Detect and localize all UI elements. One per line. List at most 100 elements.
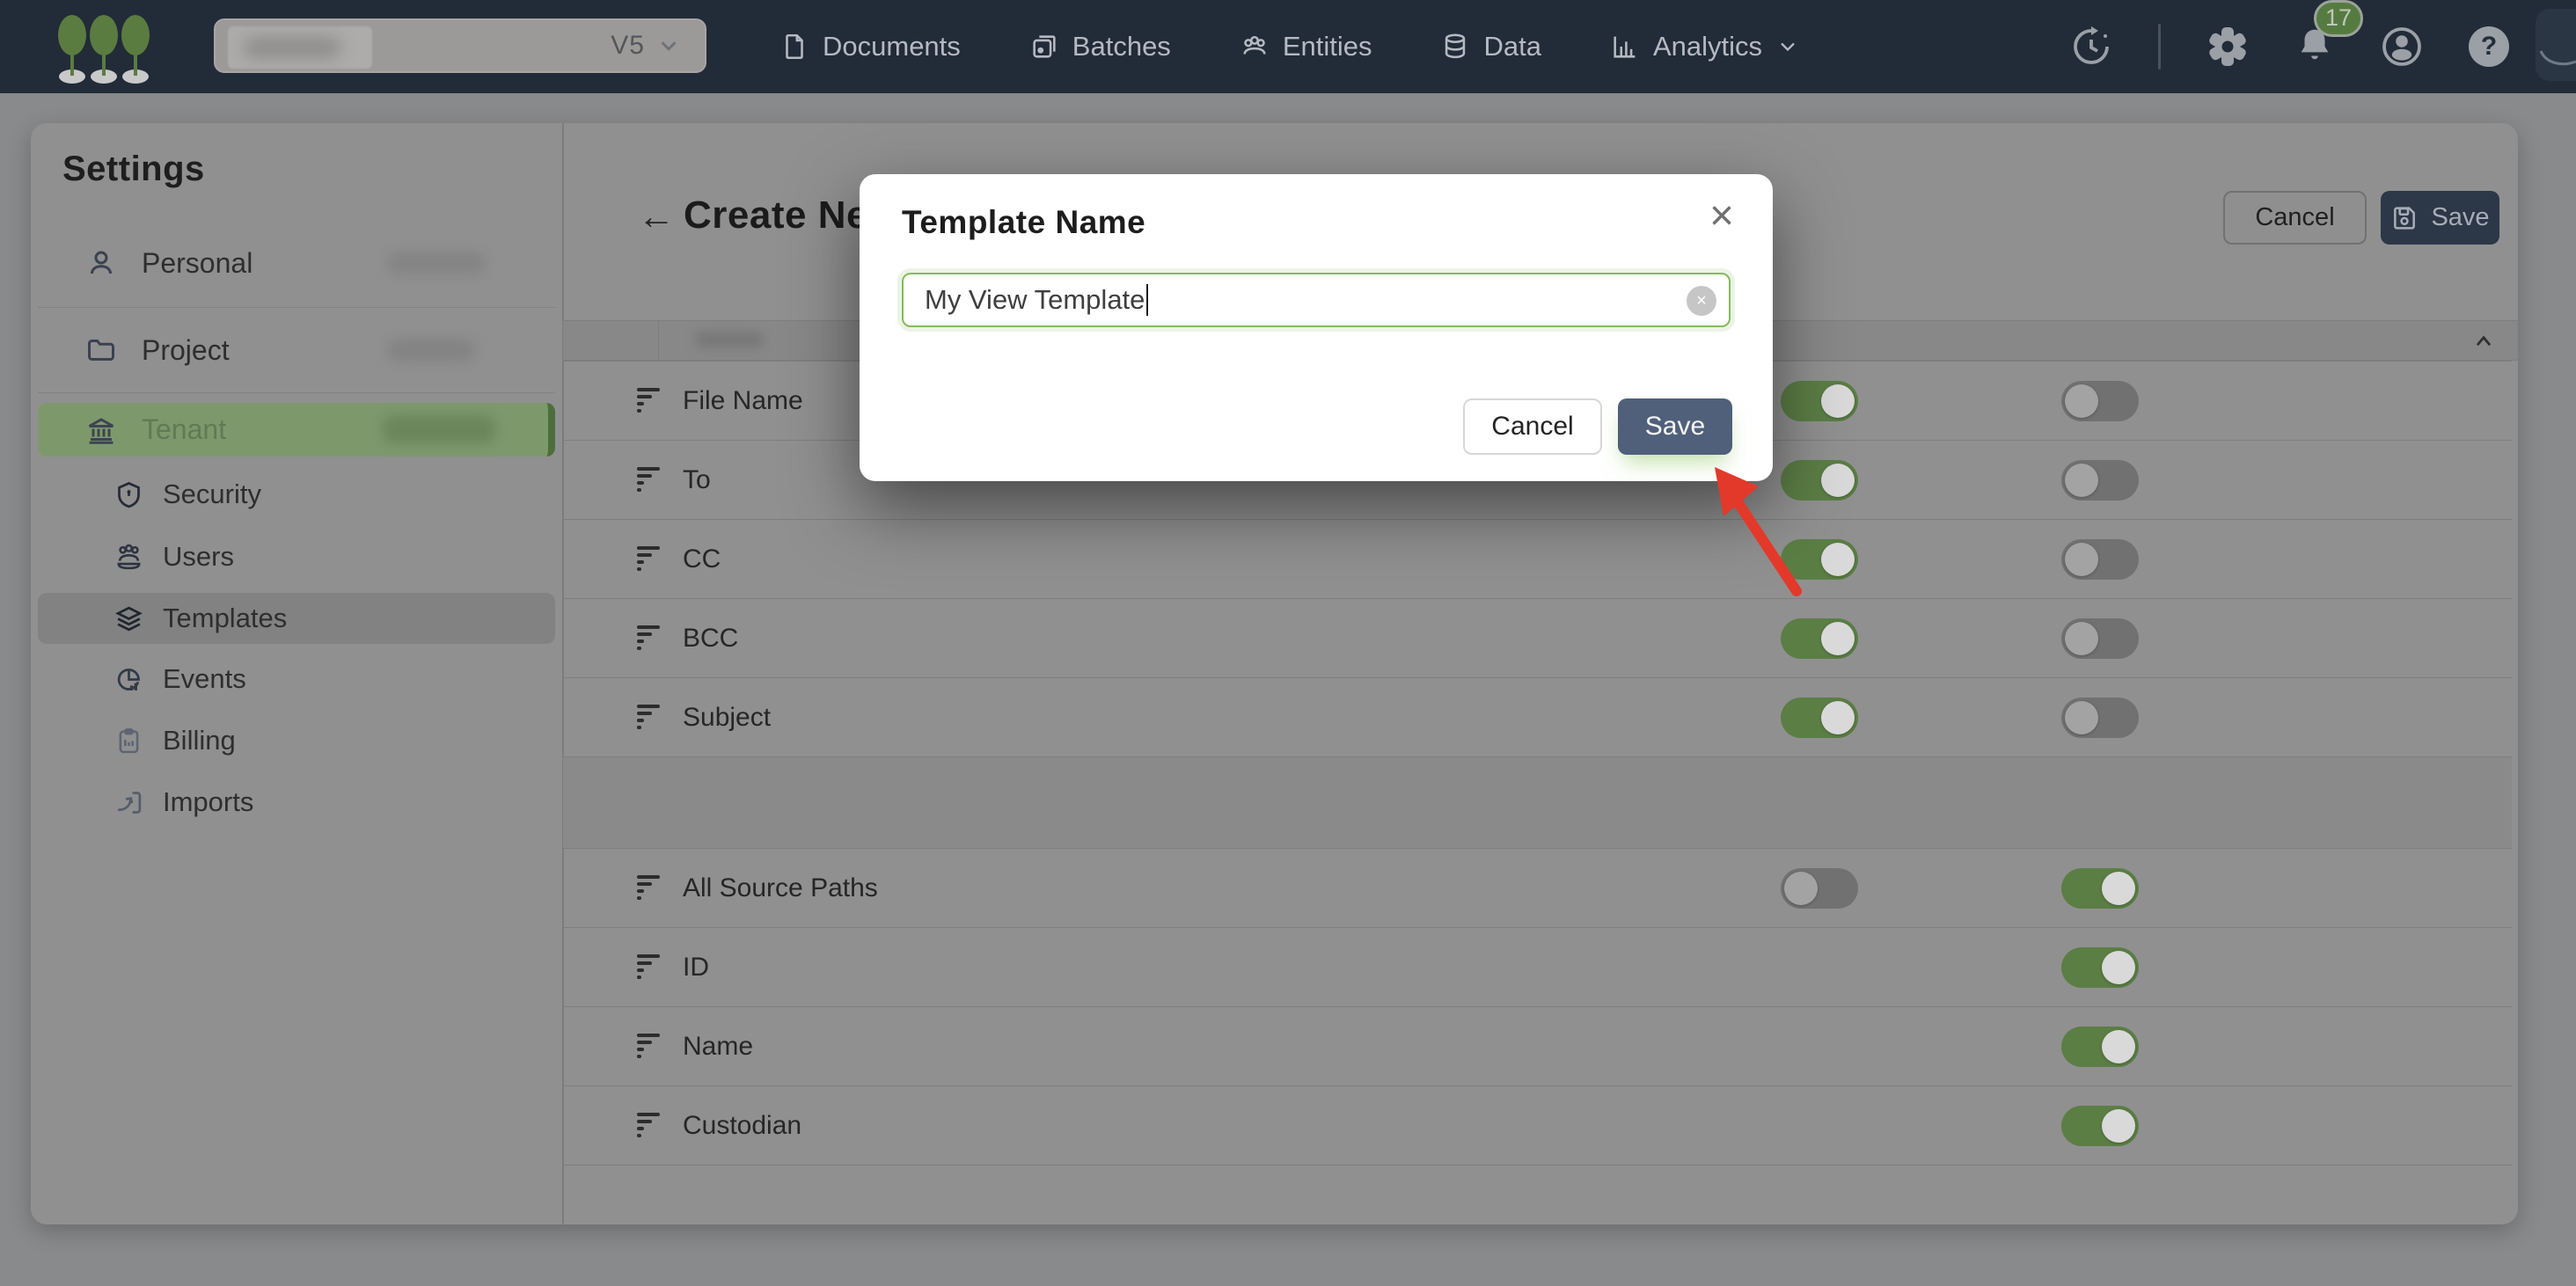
section-gap-row — [563, 756, 2512, 848]
save-label: Save — [2431, 203, 2489, 232]
toggle-switch[interactable] — [1781, 381, 1858, 421]
field-label: ID — [683, 953, 709, 983]
filter-icon[interactable] — [637, 625, 662, 652]
chevron-down-icon — [1775, 34, 1800, 59]
back-button[interactable]: ← — [638, 195, 675, 237]
sidebar-item-tenant-active[interactable]: Tenant — [38, 403, 555, 457]
redacted-text — [383, 415, 495, 443]
sidebar-item-templates-selected[interactable]: Templates — [38, 593, 555, 644]
page-title: Settings — [62, 150, 205, 189]
nav-label: Data — [1483, 31, 1540, 62]
toggle-switch[interactable] — [2061, 947, 2139, 988]
toggle-switch[interactable] — [2061, 698, 2139, 738]
toggle-switch[interactable] — [1781, 460, 1858, 501]
notification-badge: 17 — [2314, 0, 2363, 37]
nav-item-batches[interactable]: Batches — [1029, 31, 1171, 62]
collapse-chevron-icon[interactable] — [2469, 326, 2499, 356]
field-label: Subject — [683, 703, 771, 733]
toggle-switch[interactable] — [1781, 539, 1858, 580]
toggle-knob — [1821, 464, 1855, 497]
top-nav-bar: V5 Documents Batches Entities Data Analy… — [0, 0, 2576, 93]
sidebar-item-label: Imports — [163, 786, 253, 818]
filter-icon[interactable] — [637, 467, 662, 493]
table-row: Name — [563, 1006, 2512, 1085]
toggle-switch[interactable] — [2061, 1027, 2139, 1067]
input-value: My View Template — [925, 284, 1145, 316]
filter-icon[interactable] — [637, 954, 662, 981]
toggle-switch[interactable] — [2061, 618, 2139, 659]
toggle-knob — [2102, 872, 2135, 905]
bar-chart-icon — [1610, 32, 1640, 62]
sidebar-item-security[interactable]: Security — [38, 470, 555, 519]
table-row: Custodian — [563, 1085, 2512, 1165]
sidebar-item-label: Personal — [142, 247, 252, 280]
sidebar-item-label: Templates — [163, 603, 287, 634]
sidebar-item-project[interactable]: Project — [38, 323, 555, 377]
shield-icon — [114, 480, 143, 509]
filter-icon[interactable] — [637, 1113, 662, 1139]
sidebar-item-personal[interactable]: Personal — [38, 234, 555, 292]
chat-widget-corner[interactable] — [2536, 9, 2576, 81]
folder-icon — [85, 334, 117, 366]
dialog-save-button[interactable]: Save — [1618, 398, 1732, 455]
toggle-knob — [1821, 543, 1855, 576]
gear-icon[interactable] — [2206, 26, 2249, 68]
toggle-switch[interactable] — [2061, 868, 2139, 909]
toggle-switch[interactable] — [2061, 460, 2139, 501]
filter-icon[interactable] — [637, 875, 662, 902]
nav-item-analytics[interactable]: Analytics — [1610, 31, 1800, 62]
template-name-input[interactable]: My View Template × — [902, 273, 1731, 327]
close-icon[interactable]: × — [1709, 195, 1734, 237]
nav-label: Documents — [823, 31, 961, 62]
nav-label: Entities — [1283, 31, 1372, 62]
nav-item-data[interactable]: Data — [1440, 31, 1540, 62]
toggle-knob — [2065, 622, 2098, 655]
toggle-knob — [2065, 464, 2098, 497]
toggle-switch[interactable] — [2061, 1106, 2139, 1146]
field-label: Custodian — [683, 1111, 801, 1141]
toggle-switch[interactable] — [1781, 868, 1858, 909]
dialog-cancel-button[interactable]: Cancel — [1463, 398, 1602, 455]
sidebar-item-imports[interactable]: Imports — [38, 778, 555, 827]
notifications[interactable]: 17 — [2294, 25, 2335, 69]
save-button[interactable]: Save — [2381, 191, 2499, 245]
history-icon[interactable] — [2070, 26, 2112, 68]
sidebar-item-events[interactable]: Events — [38, 654, 555, 704]
toggle-knob — [2065, 384, 2098, 418]
nav-item-entities[interactable]: Entities — [1240, 31, 1372, 62]
toggle-knob — [1821, 384, 1855, 418]
cancel-button[interactable]: Cancel — [2223, 191, 2367, 245]
bank-icon — [85, 414, 117, 446]
user-avatar-icon[interactable] — [2381, 26, 2423, 68]
filter-icon[interactable] — [637, 1034, 662, 1060]
filter-icon[interactable] — [637, 705, 662, 731]
clear-input-icon[interactable]: × — [1687, 286, 1716, 316]
redacted-column-header — [695, 332, 764, 347]
sidebar-item-users[interactable]: Users — [38, 532, 555, 581]
nav-label: Batches — [1072, 31, 1171, 62]
batches-icon — [1029, 32, 1059, 62]
sidebar-item-billing[interactable]: Billing — [38, 716, 555, 765]
chevron-down-icon — [655, 33, 682, 59]
toggle-switch[interactable] — [1781, 698, 1858, 738]
project-selector[interactable]: V5 — [214, 18, 706, 73]
nav-item-documents[interactable]: Documents — [779, 31, 961, 62]
field-label: File Name — [683, 386, 803, 416]
create-template-title: Create Ne — [684, 194, 868, 237]
field-label: Name — [683, 1032, 753, 1062]
toggle-switch[interactable] — [2061, 381, 2139, 421]
app-logo[interactable] — [55, 11, 171, 90]
toggle-knob — [2102, 1109, 2135, 1143]
help-icon[interactable]: ? — [2469, 26, 2509, 67]
filter-icon[interactable] — [637, 388, 662, 414]
toggle-switch[interactable] — [2061, 539, 2139, 580]
toggle-switch[interactable] — [1781, 618, 1858, 659]
table-row: ID — [563, 927, 2512, 1006]
import-arrow-icon — [114, 788, 143, 817]
nav-label: Analytics — [1653, 31, 1762, 62]
toggle-knob — [1821, 622, 1855, 655]
toggle-knob — [2065, 701, 2098, 734]
document-icon — [779, 32, 809, 62]
version-label: V5 — [611, 31, 645, 61]
filter-icon[interactable] — [637, 546, 662, 573]
